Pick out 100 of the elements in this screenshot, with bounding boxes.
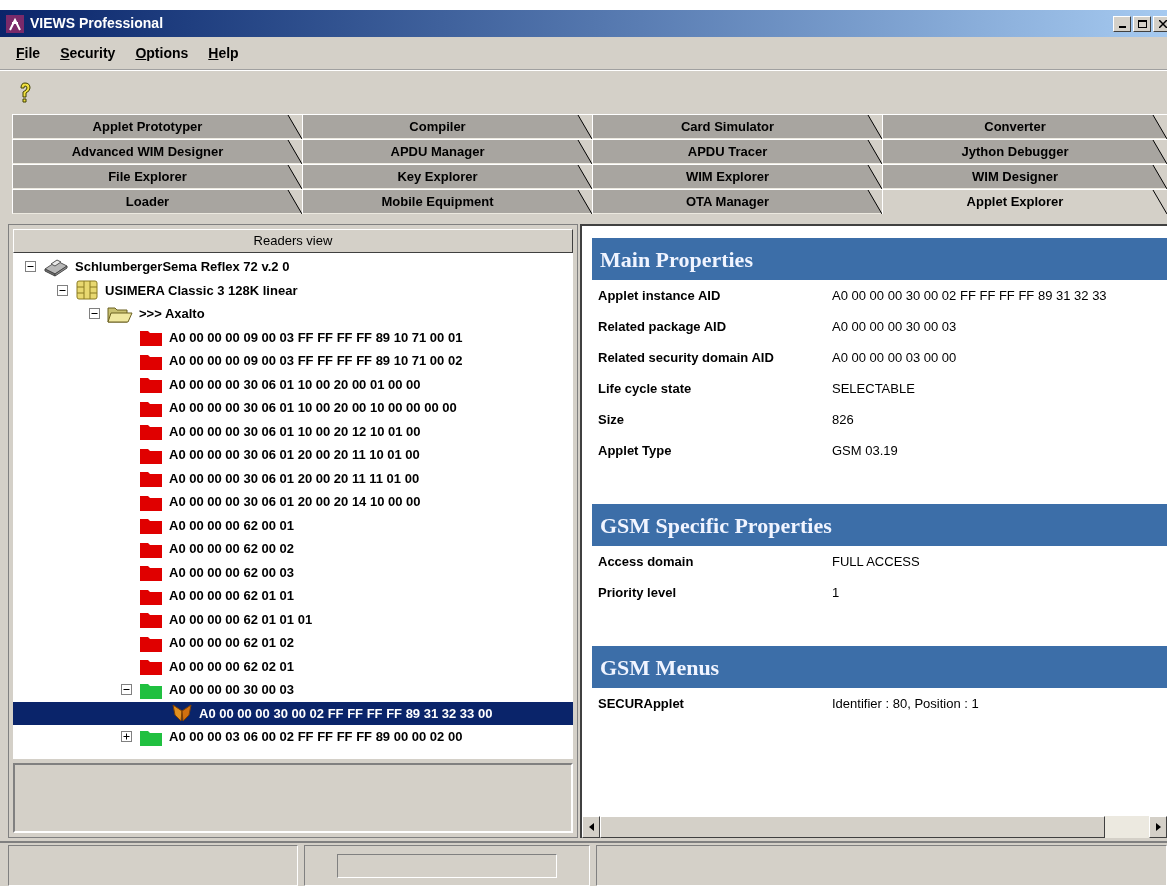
tree-item[interactable]: A0 00 00 03 06 00 02 FF FF FF FF 89 00 00 02 00 <box>13 725 573 749</box>
tree-item[interactable]: A0 00 00 00 62 01 02 <box>13 631 573 655</box>
property-label: Related security domain AID <box>597 348 775 367</box>
tab[interactable]: Loader <box>12 189 302 214</box>
tree-item[interactable]: A0 00 00 00 62 01 01 <box>13 584 573 608</box>
tree-item[interactable]: A0 00 00 00 30 06 01 10 00 20 00 10 00 00 00 00 <box>13 396 573 420</box>
tree-label: A0 00 00 00 62 01 01 <box>169 587 295 605</box>
tab[interactable]: Mobile Equipment <box>302 189 592 214</box>
tree-label: A0 00 00 00 62 02 01 <box>169 657 295 676</box>
tree-label: A0 00 00 00 30 06 01 10 00 20 12 10 01 00 <box>169 422 421 441</box>
right-arrow-icon <box>1155 823 1161 831</box>
property-value: 826 <box>832 410 854 429</box>
tree-label: USIMERA Classic 3 128K linear <box>105 281 298 300</box>
tree-label: A0 00 00 00 09 00 03 FF FF FF FF 89 10 71 00 02 <box>169 352 463 370</box>
close-icon <box>1159 19 1167 28</box>
tree-item[interactable]: A0 00 00 00 62 00 03 <box>13 560 573 584</box>
section-header: GSM Menus <box>592 646 1167 688</box>
collapse-icon[interactable] <box>24 261 36 273</box>
tree-label: A0 00 00 00 62 00 02 <box>169 540 295 558</box>
property-label: Related package AID <box>597 317 728 336</box>
butterfly-icon <box>171 703 193 724</box>
tree-item[interactable]: A0 00 00 00 62 02 01 <box>13 654 573 678</box>
tree-item[interactable]: A0 00 00 00 30 06 01 20 00 20 14 10 00 00 <box>13 490 573 514</box>
tab[interactable]: Converter <box>882 114 1167 139</box>
tab[interactable]: Compiler <box>302 114 592 139</box>
left-arrow-icon <box>588 823 594 831</box>
tree-label: A0 00 00 00 30 06 01 10 00 20 00 01 00 00 <box>169 375 421 394</box>
menu-item[interactable]: File <box>16 42 41 64</box>
property-value: A0 00 00 00 30 00 03 <box>832 317 957 336</box>
tree-label: A0 00 00 00 09 00 03 FF FF FF FF 89 10 71 00 01 <box>169 328 463 347</box>
tree-label: SchlumbergerSema Reflex 72 v.2 0 <box>75 258 290 276</box>
section-header: GSM Specific Properties <box>592 504 1167 546</box>
tree-label: A0 00 00 03 06 00 02 FF FF FF FF 89 00 00 02 00 <box>169 728 463 746</box>
tree-item[interactable]: A0 00 00 00 30 06 01 20 00 20 11 11 01 00 <box>13 466 573 490</box>
tree-item[interactable]: A0 00 00 00 09 00 03 FF FF FF FF 89 10 71 00 01 <box>13 325 573 349</box>
property-value: A0 00 00 00 30 00 02 FF FF FF FF 89 31 32 33 <box>832 286 1107 305</box>
property-label: Priority level <box>597 583 678 602</box>
tree-label: >>> Axalto <box>139 305 205 323</box>
property-value: SELECTABLE <box>832 379 915 398</box>
menu-item[interactable]: Help <box>208 42 239 64</box>
close-button[interactable] <box>1153 15 1167 32</box>
property-value: A0 00 00 00 03 00 00 <box>832 348 957 367</box>
tab[interactable]: Key Explorer <box>302 164 592 189</box>
collapse-icon[interactable] <box>88 308 100 320</box>
tree-item[interactable]: A0 00 00 00 30 00 03 <box>13 678 573 702</box>
tree-label: A0 00 00 00 30 06 01 20 00 20 11 10 01 00 <box>169 446 420 464</box>
tree-label: A0 00 00 00 62 00 03 <box>169 563 295 582</box>
menu-item[interactable]: Options <box>135 42 189 64</box>
tree-item[interactable]: A0 00 00 00 30 06 01 20 00 20 11 10 01 00 <box>13 443 573 467</box>
property-value: Identifier : 80, Position : 1 <box>832 694 979 713</box>
app-icon <box>6 14 24 33</box>
tree-label: A0 00 00 00 30 00 03 <box>169 681 295 699</box>
tree-item[interactable]: A0 00 00 00 30 06 01 10 00 20 12 10 01 00 <box>13 419 573 443</box>
tree-label: A0 00 00 00 30 06 01 20 00 20 14 10 00 00 <box>169 493 421 511</box>
tree-item[interactable]: A0 00 00 00 09 00 03 FF FF FF FF 89 10 71 00 02 <box>13 349 573 373</box>
tree-item[interactable]: A0 00 00 00 30 00 02 FF FF FF FF 89 31 32 33 00 <box>13 701 573 725</box>
property-label: Life cycle state <box>597 379 693 398</box>
tab[interactable]: APDU Manager <box>302 139 592 164</box>
tab[interactable]: Jython Debugger <box>882 139 1167 164</box>
scroll-right-button[interactable] <box>1149 816 1167 838</box>
tab[interactable]: OTA Manager <box>592 189 882 214</box>
tree-item[interactable]: A0 00 00 00 62 00 02 <box>13 537 573 561</box>
tree-item[interactable]: SchlumbergerSema Reflex 72 v.2 0 <box>13 255 573 279</box>
tree-label: A0 00 00 00 30 00 02 FF FF FF FF 89 31 32 33 00 <box>199 704 493 723</box>
tree-label: A0 00 00 00 62 00 01 <box>169 516 295 535</box>
scroll-left-button[interactable] <box>582 816 600 838</box>
window-title: VIEWS Professional <box>30 14 164 33</box>
tab[interactable]: WIM Designer <box>882 164 1167 189</box>
tree-label: A0 00 00 00 62 01 01 01 <box>169 610 313 629</box>
panel-header: Readers view <box>13 229 573 253</box>
maximize-button[interactable] <box>1133 15 1151 32</box>
collapse-icon[interactable] <box>56 284 68 296</box>
tab[interactable]: APDU Tracer <box>592 139 882 164</box>
tree-item[interactable]: A0 00 00 00 62 00 01 <box>13 513 573 537</box>
tree-item[interactable]: >>> Axalto <box>13 302 573 326</box>
property-label: Size <box>597 410 625 429</box>
property-value: FULL ACCESS <box>832 552 920 571</box>
tab[interactable]: WIM Explorer <box>592 164 882 189</box>
minimize-button[interactable] <box>1113 15 1131 32</box>
chip-icon <box>75 280 99 301</box>
tree-label: A0 00 00 00 62 01 02 <box>169 634 295 652</box>
property-label: SECURApplet <box>597 694 685 713</box>
tree-item[interactable]: USIMERA Classic 3 128K linear <box>13 278 573 302</box>
menu-item[interactable]: Security <box>60 42 116 64</box>
tab[interactable]: File Explorer <box>12 164 302 189</box>
tree-item[interactable]: A0 00 00 00 62 01 01 01 <box>13 607 573 631</box>
tree-label: A0 00 00 00 30 06 01 20 00 20 11 11 01 00 <box>169 469 420 488</box>
tab[interactable]: Advanced WIM Designer <box>12 139 302 164</box>
help-icon[interactable] <box>18 81 32 104</box>
tree-item[interactable]: A0 00 00 00 30 06 01 10 00 20 00 01 00 00 <box>13 372 573 396</box>
property-value: GSM 03.19 <box>832 441 898 460</box>
property-label: Applet instance AID <box>597 286 722 305</box>
collapse-icon[interactable] <box>120 684 132 696</box>
property-value: 1 <box>832 583 840 602</box>
property-label: Applet Type <box>597 441 673 460</box>
tab[interactable]: Card Simulator <box>592 114 882 139</box>
tab[interactable]: Applet Prototyper <box>12 114 302 139</box>
tree-label: A0 00 00 00 30 06 01 10 00 20 00 10 00 00 00 00 <box>169 399 457 417</box>
property-label: Access domain <box>597 552 695 571</box>
expand-icon[interactable] <box>120 731 132 743</box>
